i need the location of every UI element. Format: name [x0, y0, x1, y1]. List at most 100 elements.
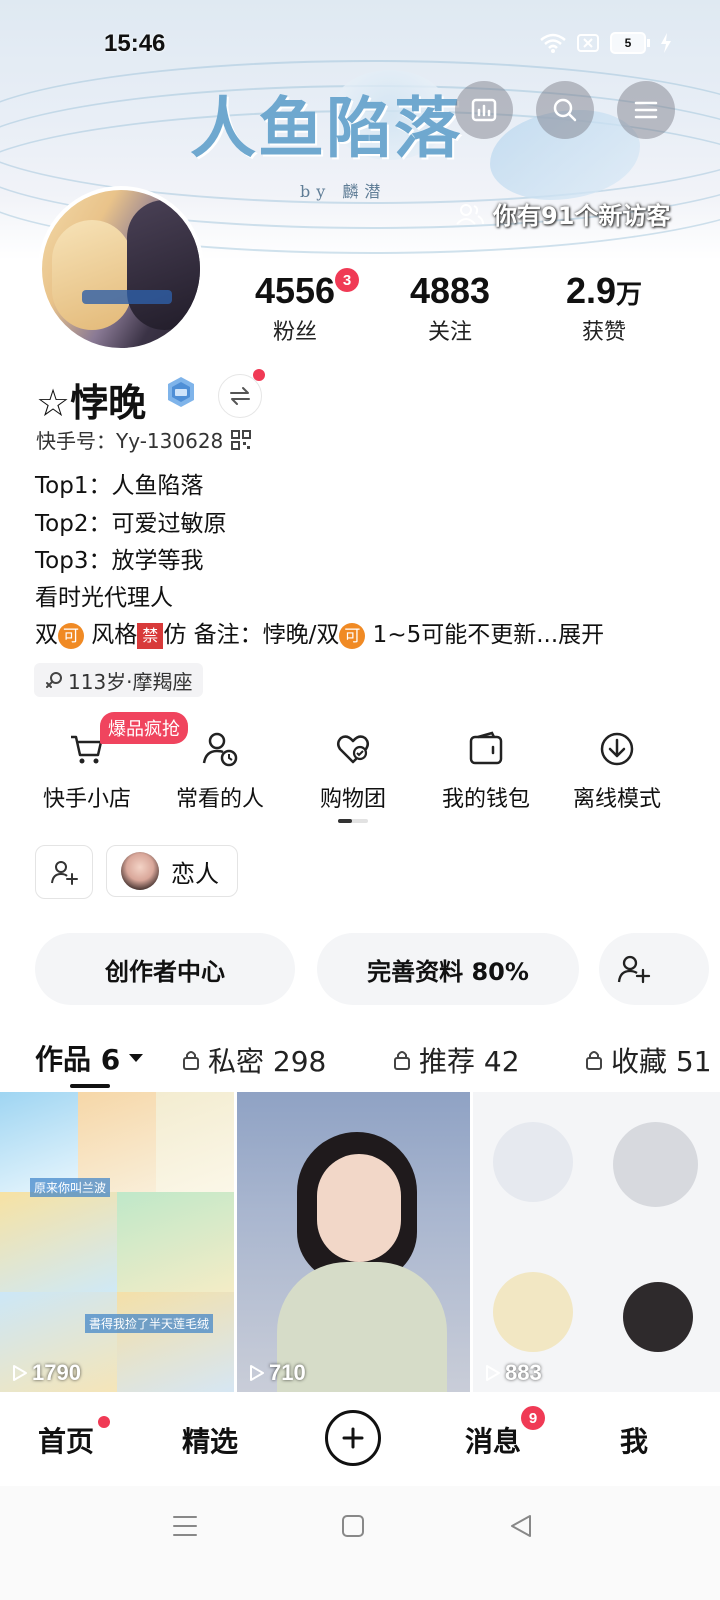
hamburger-menu-icon [634, 101, 658, 119]
download-icon [600, 732, 634, 766]
switch-arrows-icon [230, 387, 250, 405]
bio-line: Top1：人鱼陷落 [35, 473, 204, 499]
stat-value: 4556 [254, 270, 336, 311]
caret-down-icon [129, 1054, 144, 1062]
play-count-value: 1790 [32, 1360, 81, 1385]
battery-icon: 5 [610, 32, 650, 54]
tab-label: 推荐 42 [419, 1045, 520, 1078]
back-triangle-icon[interactable] [508, 1513, 534, 1539]
stat-label: 粉丝 [272, 320, 317, 345]
tool-my-wallet[interactable]: 我的钱包 [421, 725, 551, 813]
stat-unit: 万 [616, 279, 643, 309]
lock-icon [183, 1051, 199, 1070]
profile-name: ☆悖晚 [36, 381, 147, 425]
tab-works[interactable]: 作品 6 [35, 1038, 144, 1078]
visitors-icon [456, 203, 484, 225]
stat-following[interactable]: 4883 关注 [380, 270, 520, 346]
sim-off-icon [577, 34, 599, 52]
video-thumbnail[interactable]: 883 [473, 1092, 720, 1392]
nav-home[interactable]: 首页 [38, 1420, 94, 1460]
kuaishou-id-text: 快手号：Yy-130628 [36, 429, 224, 453]
bio-line: Top3：放学等我 [35, 548, 204, 574]
heart-bag-icon [337, 735, 369, 764]
stat-label: 获赞 [581, 320, 626, 345]
tool-label: 离线模式 [572, 787, 661, 812]
recent-apps-icon[interactable] [172, 1514, 198, 1538]
nav-me[interactable]: 我 [620, 1420, 648, 1460]
tool-label: 购物团 [319, 787, 386, 812]
tool-shopping-group[interactable]: 购物团 [288, 725, 418, 813]
thumbnail-caption: 書得我捡了半天莲毛绒 [85, 1314, 214, 1333]
stat-value: 4883 [409, 270, 491, 311]
stat-likes[interactable]: 2.9万 获赞 [534, 270, 674, 346]
play-icon [250, 1365, 264, 1381]
stat-value: 2.9 [565, 270, 617, 311]
home-square-icon[interactable] [340, 1513, 366, 1539]
charging-bolt-icon [661, 33, 671, 53]
video-thumbnail[interactable]: 原来你叫兰波 書得我捡了半天莲毛绒 1790 [0, 1092, 234, 1392]
bio-text: 仿 备注：悖晚/双 [163, 622, 340, 648]
play-count-value: 883 [505, 1360, 542, 1385]
add-person-icon [617, 955, 651, 984]
followers-badge: 3 [335, 268, 359, 292]
create-post-button[interactable] [325, 1410, 381, 1466]
nav-featured[interactable]: 精选 [182, 1420, 238, 1460]
lock-icon [394, 1051, 410, 1070]
search-button[interactable] [536, 81, 594, 139]
tab-active-indicator [70, 1084, 110, 1088]
orange-tag: 可 [339, 622, 366, 649]
age-constellation-tag: 113岁·摩羯座 [34, 663, 203, 697]
tab-private[interactable]: 私密 298 [182, 1040, 326, 1080]
menu-button[interactable] [617, 81, 675, 139]
tool-offline-mode[interactable]: 离线模式 [552, 725, 682, 813]
chart-icon [471, 98, 497, 122]
expand-bio-link[interactable]: 展开 [558, 622, 604, 648]
play-icon [13, 1365, 27, 1381]
status-icons: 5 [540, 32, 672, 54]
tab-label: 私密 298 [208, 1045, 327, 1078]
add-friend-button[interactable] [599, 933, 709, 1005]
bio-line: Top2：可爱过敏原 [35, 511, 227, 537]
creator-center-button[interactable]: 创作者中心 [35, 933, 295, 1005]
play-icon [486, 1365, 500, 1381]
new-visitors-link[interactable]: 你有91个新访客 [455, 196, 670, 231]
search-icon [553, 98, 577, 122]
play-count: 883 [485, 1360, 542, 1386]
tab-favorites-clip: 收藏 51 [585, 1040, 720, 1080]
bio-line: 看时光代理人 [35, 585, 173, 611]
nav-messages[interactable]: 消息 [465, 1420, 521, 1460]
messages-badge: 9 [521, 1406, 545, 1430]
lock-icon [586, 1051, 602, 1070]
plus-icon [342, 1427, 364, 1449]
bio-text: 风格 [84, 622, 138, 648]
tab-favorites[interactable]: 收藏 51 [585, 1040, 720, 1080]
thumbnail-caption: 原来你叫兰波 [30, 1178, 111, 1197]
battery-level: 5 [610, 32, 646, 54]
orange-tag: 可 [58, 622, 84, 649]
qr-code-icon [231, 429, 252, 450]
stat-label: 关注 [427, 320, 472, 345]
add-person-icon [51, 861, 78, 885]
bio-line-last: 双可 风格禁仿 备注：悖晚/双可 1~5可能不更新...展开 [35, 615, 604, 649]
tab-recommended[interactable]: 推荐 42 [393, 1040, 520, 1080]
relation-lover[interactable]: 恋人 [106, 845, 238, 897]
video-thumbnail[interactable]: 710 [237, 1092, 470, 1392]
avatar[interactable] [38, 186, 204, 352]
kuaishou-id[interactable]: 快手号：Yy-130628 [36, 425, 252, 454]
nav-home-dot [98, 1416, 110, 1428]
bio-text: 1~5可能不更新... [365, 622, 559, 648]
complete-profile-button[interactable]: 完善资料 80% [317, 933, 579, 1005]
bottom-nav: 首页 精选 消息 9 我 [0, 1394, 720, 1486]
switch-account-button[interactable] [218, 374, 262, 418]
tools-page-indicator [338, 819, 368, 823]
tool-frequently-viewed[interactable]: 常看的人 [155, 725, 285, 813]
play-count-value: 710 [269, 1360, 306, 1385]
play-count: 710 [249, 1360, 306, 1386]
red-tag: 禁 [137, 622, 164, 649]
add-relation-button[interactable] [35, 845, 93, 899]
age-constellation-text: 113岁·摩羯座 [68, 669, 193, 694]
banner-subtitle: by 麟潜 [300, 182, 387, 201]
notification-dot [253, 369, 265, 381]
tab-label: 收藏 51 [611, 1045, 712, 1078]
stats-button[interactable] [455, 81, 513, 139]
